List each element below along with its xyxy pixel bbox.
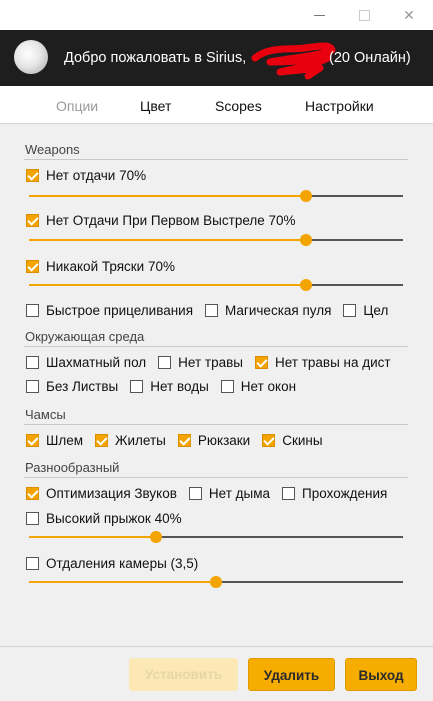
high-jump-slider[interactable] — [29, 531, 403, 543]
checkbox-label: Никакой Тряски 70% — [46, 258, 175, 274]
close-button[interactable]: ✕ — [399, 5, 419, 25]
camera-distance-checkbox[interactable]: Отдаления камеры (3,5) — [26, 554, 210, 572]
environment-row-1: Шахматный пол Нет травы Нет травы на дис… — [26, 353, 403, 371]
welcome-text: Добро пожаловать в Sirius, — [64, 50, 247, 66]
checkbox-label: Быстрое прицеливания — [46, 302, 194, 318]
online-count: (20 Онлайн) — [329, 50, 411, 66]
checkbox-label: Нет окон — [240, 378, 297, 394]
exit-button[interactable]: Выход — [345, 658, 417, 691]
avatar — [14, 40, 48, 74]
checkbox-label: Прохождения — [302, 485, 388, 501]
redaction-scribble — [251, 42, 336, 80]
title-bar: ✕ — [0, 0, 433, 30]
no-grass-checkbox[interactable] — [158, 355, 172, 369]
section-chams: Чамсы — [25, 407, 66, 422]
section-misc: Разнообразный — [25, 460, 120, 475]
checkbox-label: Высокий прыжок 40% — [46, 510, 182, 526]
checkbox-label: Нет отдачи 70% — [46, 167, 147, 183]
checkbox-label: Нет Отдачи При Первом Выстреле 70% — [46, 212, 296, 228]
skins-checkbox[interactable] — [262, 433, 276, 447]
checkbox-box[interactable] — [26, 556, 39, 570]
no-windows-checkbox[interactable] — [220, 379, 234, 393]
checkbox-label: Шлем — [46, 432, 84, 448]
divider — [24, 346, 408, 347]
divider — [24, 159, 408, 160]
no-shake-checkbox[interactable]: Никакой Тряски 70% — [26, 257, 187, 275]
checkbox-box[interactable] — [26, 511, 39, 525]
tab-options[interactable]: Опции — [56, 98, 98, 114]
fast-aim-checkbox[interactable] — [26, 303, 39, 317]
section-weapons: Weapons — [25, 142, 80, 157]
tab-bar: Опции Цвет Scopes Настройки — [0, 86, 433, 124]
checkbox-label: Скины — [282, 432, 323, 448]
no-recoil-slider[interactable] — [29, 190, 403, 202]
checkbox-label: Жилеты — [115, 432, 166, 448]
checkbox-label: Магическая пуля — [225, 302, 332, 318]
install-button[interactable]: Установить — [129, 658, 238, 691]
misc-row: Оптимизация Звуков Нет дыма Прохождения — [26, 484, 399, 502]
delete-button[interactable]: Удалить — [248, 658, 335, 691]
checkbox-label: Рюкзаки — [197, 432, 251, 448]
chams-row: Шлем Жилеты Рюкзаки Скины — [26, 431, 335, 449]
slider-fill — [29, 581, 216, 583]
no-recoil-checkbox[interactable]: Нет отдачи 70% — [26, 166, 158, 184]
checkbox-label: Нет воды — [150, 378, 209, 394]
slider-fill — [29, 536, 157, 538]
checkbox-label: Цел — [363, 302, 389, 318]
target-checkbox[interactable] — [343, 303, 357, 317]
slider-thumb[interactable] — [210, 576, 222, 588]
slider-fill — [29, 239, 306, 241]
checker-floor-checkbox[interactable] — [26, 355, 39, 369]
walkthrough-checkbox[interactable] — [282, 486, 296, 500]
no-shake-slider[interactable] — [29, 279, 403, 291]
vests-checkbox[interactable] — [95, 433, 109, 447]
footer-bar: Установить Удалить Выход — [0, 646, 433, 701]
slider-thumb[interactable] — [299, 279, 312, 291]
helmet-checkbox[interactable] — [26, 433, 39, 447]
slider-thumb[interactable] — [299, 190, 312, 202]
checkbox-label: Нет дыма — [208, 485, 271, 501]
divider — [24, 424, 408, 425]
maximize-button[interactable] — [354, 5, 374, 25]
checkbox-label: Шахматный пол — [46, 354, 147, 370]
slider-fill — [29, 195, 306, 197]
sound-optimization-checkbox[interactable] — [26, 486, 39, 500]
tab-settings[interactable]: Настройки — [305, 98, 374, 114]
checkbox-label: Оптимизация Звуков — [46, 485, 177, 501]
high-jump-checkbox[interactable]: Высокий прыжок 40% — [26, 509, 194, 527]
section-environment: Окружающая среда — [25, 329, 145, 344]
no-smoke-checkbox[interactable] — [188, 486, 202, 500]
header-bar: Добро пожаловать в Sirius, (20 Онлайн) — [0, 30, 433, 86]
checkbox-label: Отдаления камеры (3,5) — [46, 555, 199, 571]
tab-color[interactable]: Цвет — [140, 98, 171, 114]
camera-distance-slider[interactable] — [29, 576, 403, 588]
divider — [24, 477, 408, 478]
checkbox-box[interactable] — [26, 168, 39, 182]
slider-fill — [29, 284, 306, 286]
backpacks-checkbox[interactable] — [177, 433, 191, 447]
checkbox-label: Нет травы на дист — [274, 354, 391, 370]
slider-thumb[interactable] — [150, 531, 163, 543]
checkbox-box[interactable] — [26, 213, 39, 227]
checkbox-box[interactable] — [26, 259, 39, 273]
no-water-checkbox[interactable] — [130, 379, 144, 393]
weapons-options-row: Быстрое прицеливания Магическая пуля Цел — [26, 301, 400, 319]
no-first-shot-recoil-checkbox[interactable]: Нет Отдачи При Первом Выстреле 70% — [26, 211, 308, 229]
options-panel: Weapons Нет отдачи 70% Нет Отдачи При Пе… — [0, 124, 433, 646]
environment-row-2: Без Листвы Нет воды Нет окон — [26, 377, 308, 395]
minimize-button[interactable] — [310, 5, 330, 25]
checkbox-label: Нет травы — [178, 354, 243, 370]
slider-thumb[interactable] — [299, 234, 312, 246]
no-grass-distance-checkbox[interactable] — [254, 355, 268, 369]
no-foliage-checkbox[interactable] — [26, 379, 39, 393]
checkbox-label: Без Листвы — [46, 378, 119, 394]
tab-scopes[interactable]: Scopes — [215, 98, 262, 114]
magic-bullet-checkbox[interactable] — [205, 303, 219, 317]
no-first-shot-recoil-slider[interactable] — [29, 234, 403, 246]
